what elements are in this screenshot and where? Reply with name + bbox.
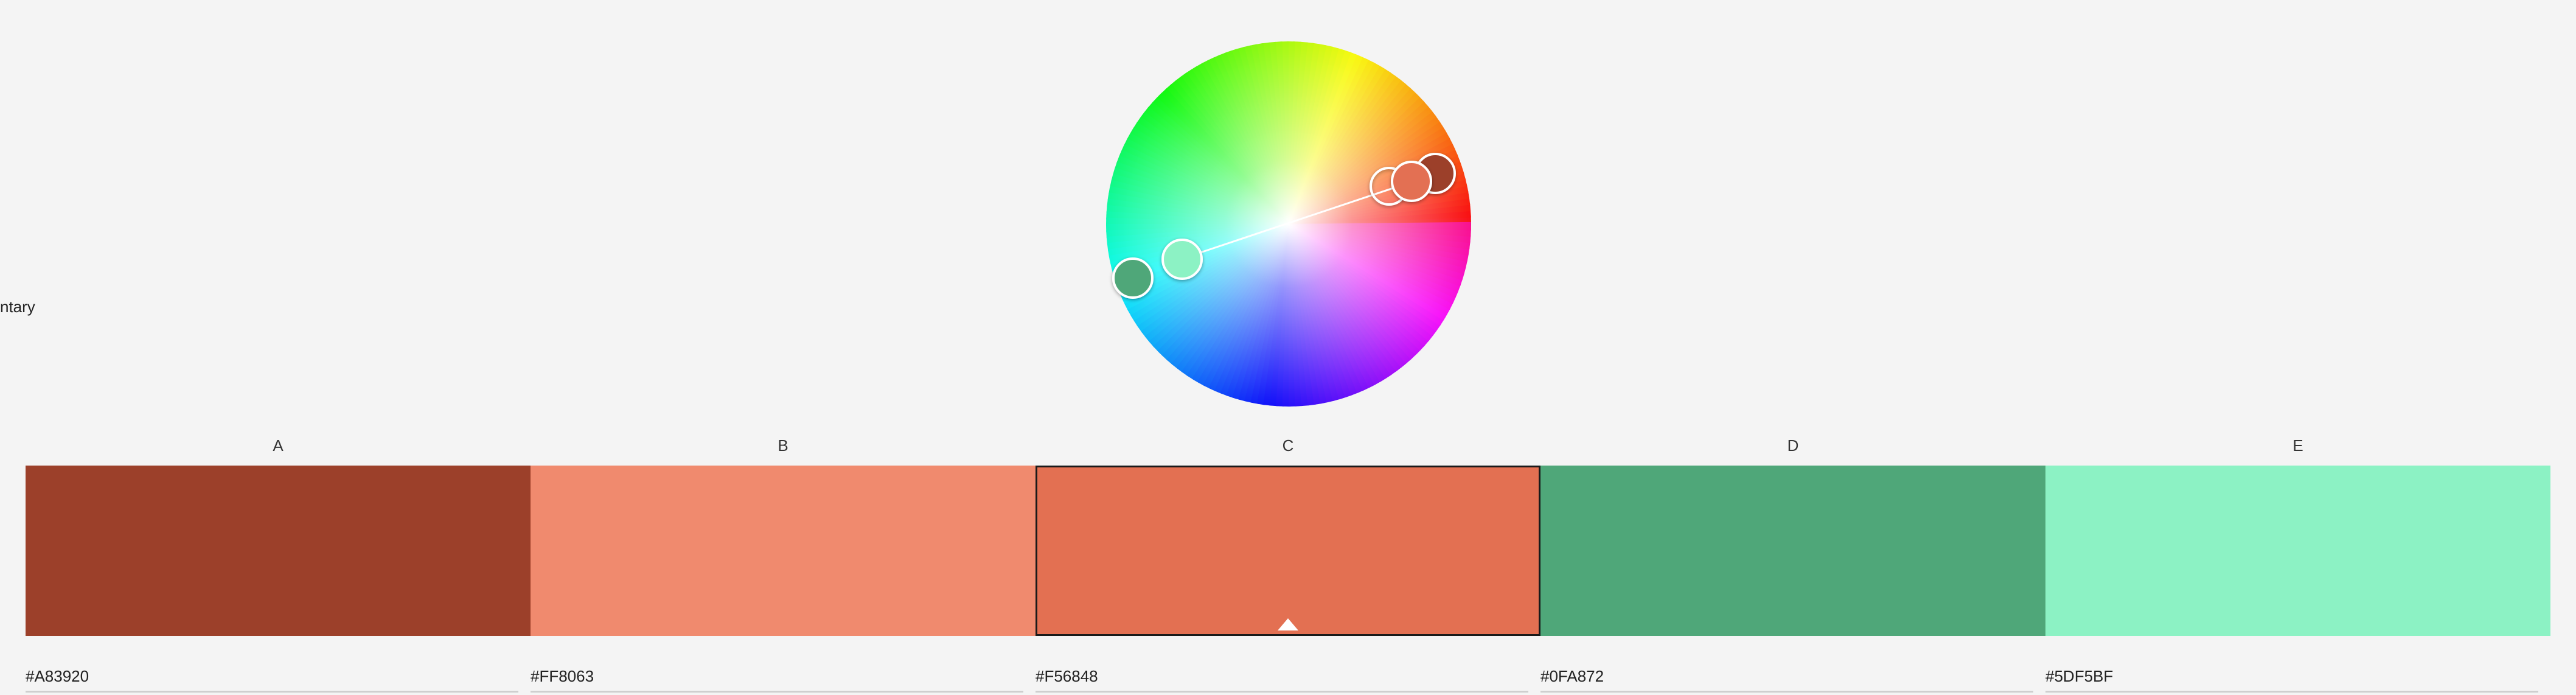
swatch-label-c: C <box>1282 436 1294 455</box>
color-handle-d[interactable] <box>1112 257 1154 299</box>
swatch-label-d: D <box>1787 436 1799 455</box>
color-wheel[interactable] <box>1102 38 1475 410</box>
swatch-label-e: E <box>2292 436 2303 455</box>
swatch-b[interactable] <box>531 466 1036 636</box>
color-handle-e[interactable] <box>1161 239 1203 280</box>
swatch-c[interactable] <box>1036 466 1540 636</box>
hex-input-d[interactable] <box>1540 662 2033 693</box>
swatch-label-a: A <box>273 436 284 455</box>
hex-input-c[interactable] <box>1036 662 1528 693</box>
color-harmony-rule-label[interactable]: ntary <box>0 297 35 316</box>
hex-input-b[interactable] <box>531 662 1023 693</box>
swatch-d[interactable] <box>1540 466 2045 636</box>
color-handle-c[interactable] <box>1391 161 1432 202</box>
hex-input-a[interactable] <box>26 662 518 693</box>
swatch-a[interactable] <box>26 466 531 636</box>
hex-input-e[interactable] <box>2045 662 2538 693</box>
swatch-label-b: B <box>778 436 788 455</box>
swatch-e[interactable] <box>2045 466 2550 636</box>
selected-indicator-icon <box>1278 618 1298 630</box>
